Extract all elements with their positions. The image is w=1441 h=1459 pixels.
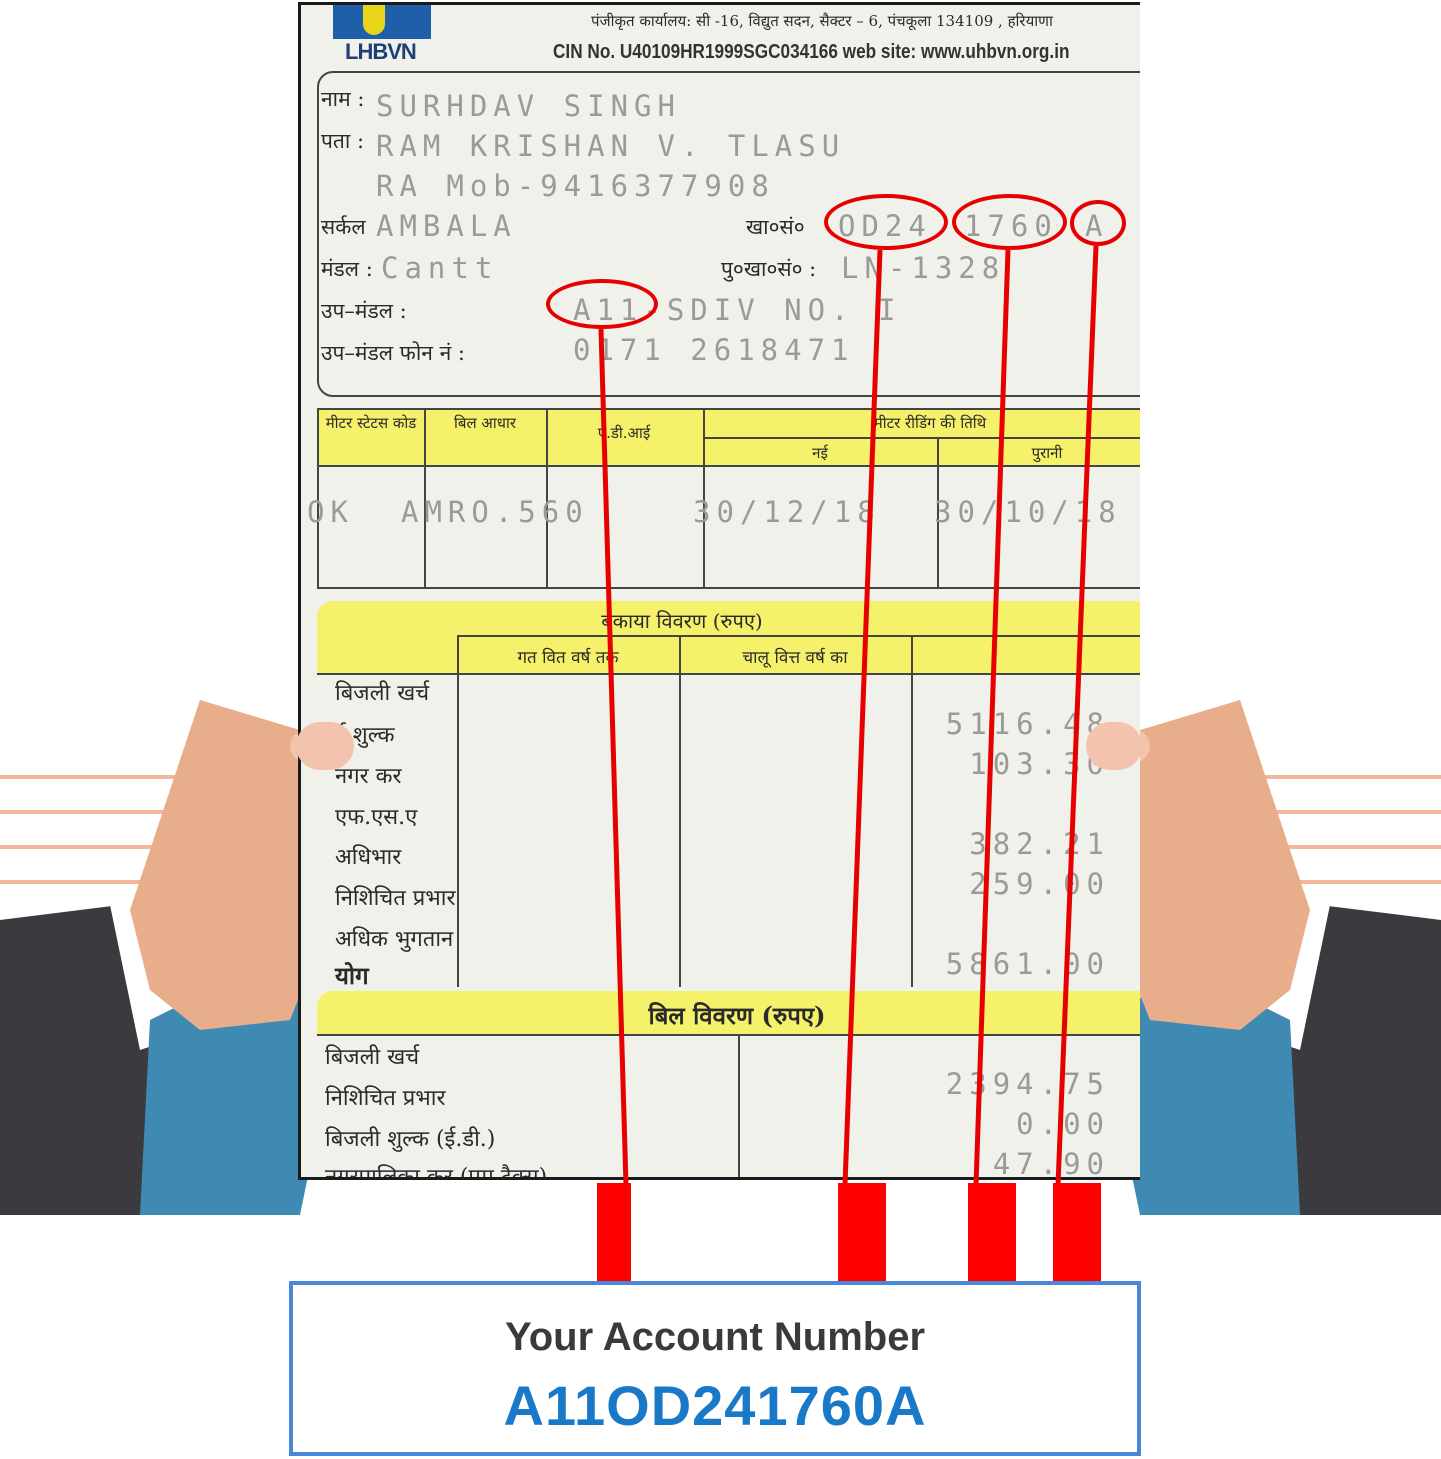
- connector-tab: [597, 1183, 631, 1281]
- connector-lines-icon: [598, 245, 1099, 1186]
- connector-tab: [838, 1183, 886, 1281]
- result-title: Your Account Number: [504, 1315, 926, 1359]
- account-number-box: Your Account Number A11OD241760A: [289, 1281, 1141, 1456]
- account-number-value: A11OD241760A: [503, 1374, 927, 1437]
- connector-tab: [968, 1183, 1016, 1281]
- connector-tab: [1053, 1183, 1101, 1281]
- illustration-scene: LHBVN पंजीकृत कार्यालय: सी -16, विद्युत …: [0, 0, 1441, 1459]
